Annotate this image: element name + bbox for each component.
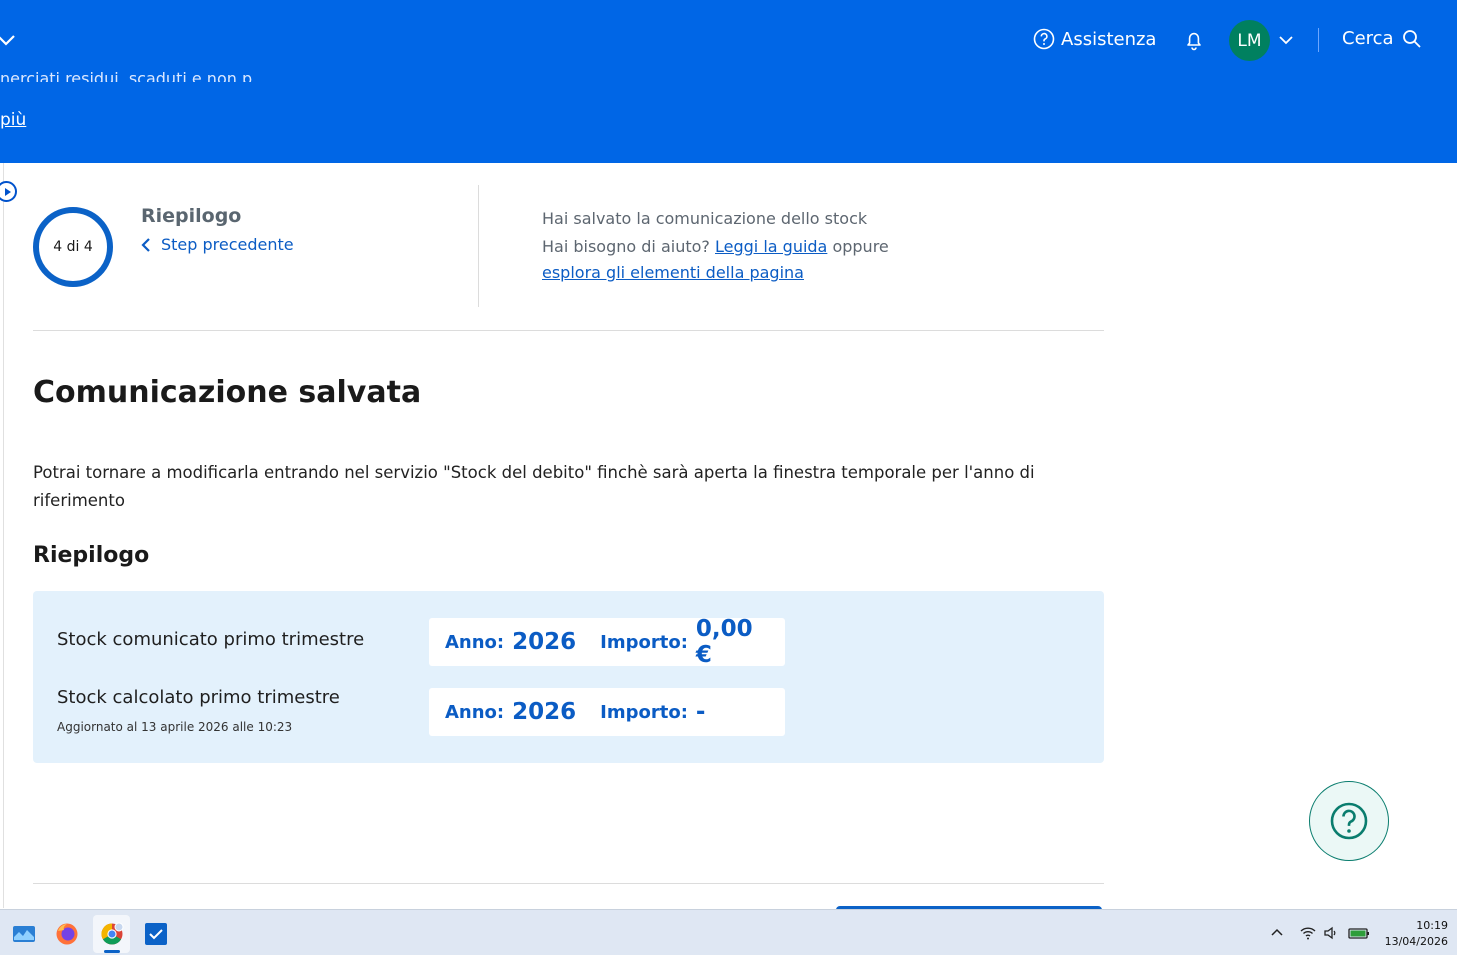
saved-message: Hai salvato la comunicazione dello stock — [542, 209, 868, 228]
user-avatar[interactable]: LM — [1229, 20, 1270, 61]
help-fab-button[interactable] — [1309, 781, 1389, 861]
amount-value: 0,00 € — [695, 616, 753, 668]
clock-time: 10:19 — [1416, 919, 1448, 932]
taskbar-active-indicator — [104, 950, 120, 953]
year-value: 2026 — [512, 699, 577, 725]
wifi-icon[interactable] — [1299, 924, 1317, 942]
help-box: Hai salvato la comunicazione dello stock… — [542, 205, 889, 261]
weather-widget-icon[interactable] — [12, 922, 36, 946]
year-key: Anno: — [445, 701, 505, 723]
summary-row-label: Stock calcolato primo trimestre — [57, 687, 340, 708]
system-clock[interactable]: 10:19 13/04/2026 — [1380, 918, 1448, 950]
update-note: Aggiornato al 13 aprile 2026 alle 10:23 — [57, 720, 293, 734]
summary-heading: Riepilogo — [33, 543, 150, 568]
page-description: Potrai tornare a modificarla entrando ne… — [33, 463, 1035, 510]
search-icon — [1402, 29, 1421, 48]
chevron-up-icon[interactable] — [1268, 924, 1286, 942]
chevron-down-icon[interactable] — [0, 30, 16, 50]
speaker-icon[interactable] — [1322, 924, 1340, 942]
os-taskbar: 10:19 13/04/2026 — [0, 909, 1457, 955]
page-title: Comunicazione salvata — [33, 375, 422, 410]
help-or: oppure — [832, 237, 889, 256]
search-label: Cerca — [1342, 28, 1394, 49]
header-divider — [1318, 28, 1319, 52]
sidebar-toggle[interactable] — [0, 181, 17, 202]
search-button[interactable]: Cerca — [1342, 28, 1422, 49]
app-header: nerciati residui, scaduti e non p... più… — [0, 0, 1457, 163]
help-question: Hai bisogno di aiuto? — [542, 237, 710, 256]
firefox-icon[interactable] — [55, 922, 79, 946]
summary-value-box: Anno: 2026 Importo: - — [429, 688, 785, 736]
chevron-down-icon[interactable] — [1278, 32, 1294, 48]
assistance-button[interactable]: Assistenza — [1033, 28, 1156, 50]
amount-key: Importo: — [600, 631, 688, 653]
year-key: Anno: — [445, 631, 505, 653]
assistance-label: Assistenza — [1061, 28, 1157, 50]
stepper-divider — [478, 185, 479, 307]
play-icon — [4, 187, 11, 196]
battery-icon[interactable] — [1348, 924, 1370, 942]
guide-link[interactable]: Leggi la guida — [715, 237, 827, 256]
help-question-line: Hai bisogno di aiuto? Leggi la guida opp… — [542, 233, 889, 261]
step-title: Riepilogo — [141, 205, 242, 227]
header-subtitle: nerciati residui, scaduti e non p... — [0, 69, 268, 88]
amount-value: - — [695, 699, 706, 725]
question-circle-icon — [1033, 28, 1055, 50]
explore-page-link[interactable]: esplora gli elementi della pagina — [542, 263, 804, 282]
help-circle-icon — [1330, 802, 1368, 840]
read-more-link[interactable]: più — [0, 110, 26, 130]
chrome-icon[interactable] — [100, 922, 124, 946]
summary-value-box: Anno: 2026 Importo: 0,00 € — [429, 616, 785, 668]
footer-divider — [33, 883, 1104, 884]
amount-key: Importo: — [600, 701, 688, 723]
step-progress-ring: 4 di 4 — [33, 207, 113, 287]
sidebar-rail — [3, 163, 4, 908]
summary-panel: Stock comunicato primo trimestre Anno: 2… — [33, 591, 1104, 763]
summary-row-label: Stock comunicato primo trimestre — [57, 629, 365, 650]
clock-date: 13/04/2026 — [1384, 935, 1448, 948]
year-value: 2026 — [512, 629, 577, 655]
section-divider — [33, 330, 1104, 331]
help-explore-line: esplora gli elementi della pagina — [542, 263, 804, 282]
bell-icon[interactable] — [1183, 29, 1205, 51]
chevron-left-icon — [141, 237, 150, 252]
todo-checkbox-icon[interactable] — [144, 922, 168, 946]
previous-step-label: Step precedente — [161, 235, 294, 254]
previous-step-link[interactable]: Step precedente — [141, 235, 294, 254]
step-progress-text: 4 di 4 — [53, 239, 93, 255]
